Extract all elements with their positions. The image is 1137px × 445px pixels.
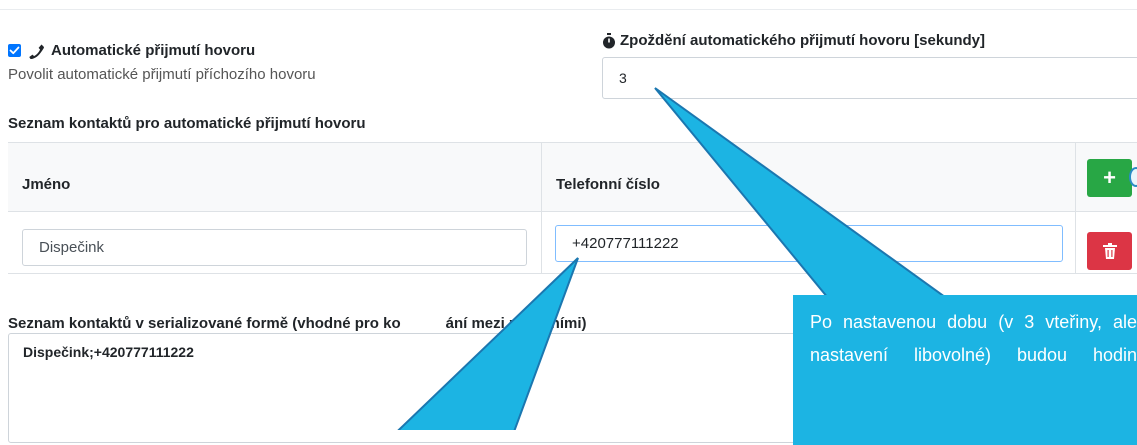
column-header-name: Jméno [22,176,71,193]
delay-label: Zpoždění automatického přijmutí hovoru [… [620,32,986,49]
delay-label-row: Zpoždění automatického přijmutí hovoru [… [602,32,985,49]
phone-icon [29,43,45,59]
auto-answer-checkbox[interactable] [8,44,21,57]
auto-answer-label: Automatické přijmutí hovoru [51,42,256,59]
auto-answer-help: Povolit automatické přijmutí příchozího … [8,66,316,83]
column-divider [1075,142,1076,274]
column-divider [541,142,542,274]
contacts-table: Jméno Telefonní číslo + [8,142,1137,274]
contact-phone-input[interactable] [555,225,1063,262]
stopwatch-icon [602,32,616,49]
trash-icon [1102,243,1117,259]
annotation-fragment [1129,167,1137,187]
contacts-section-label: Seznam kontaktů pro automatické přijmutí… [8,115,366,132]
column-header-phone: Telefonní číslo [556,176,660,193]
table-row-divider [8,273,1137,274]
check-icon [9,46,20,55]
auto-answer-row[interactable]: Automatické přijmutí hovoru [8,42,255,59]
delay-input[interactable] [602,57,1137,99]
top-divider [0,9,1137,10]
serialized-label: Seznam kontaktů v serializované formě (v… [8,315,587,332]
delete-contact-button[interactable] [1087,232,1132,270]
callout-text: Po nastavenou dobu (v 3 vteřiny, ale nas… [810,312,1137,365]
add-contact-button[interactable]: + [1087,159,1132,197]
contact-name-input[interactable] [22,229,527,266]
